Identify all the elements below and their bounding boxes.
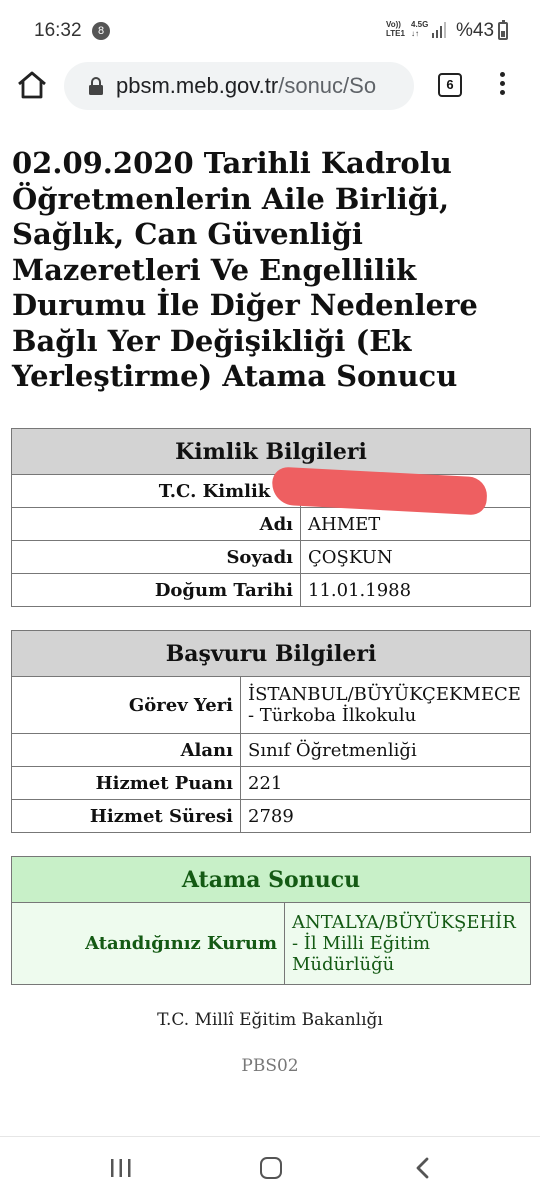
url-path: /sonuc/So: [278, 73, 377, 98]
network-gen-indicator: 4.5G ↓↑: [411, 20, 428, 38]
home-icon[interactable]: [16, 70, 48, 100]
table-row: Doğum Tarihi 11.01.1988: [11, 573, 531, 607]
browser-toolbar: pbsm.meb.gov.tr/sonuc/So 6: [0, 58, 540, 114]
notification-badge: 8: [92, 22, 110, 40]
service-duration-value: 2789: [240, 799, 531, 833]
name-label: Adı: [11, 507, 301, 541]
table-row: Hizmet Süresi 2789: [11, 799, 531, 833]
table-row: Alanı Sınıf Öğretmenliği: [11, 733, 531, 767]
application-info-header: Başvuru Bilgileri: [11, 630, 531, 677]
service-score-label: Hizmet Puanı: [11, 766, 241, 800]
network-volte-label: Vo)): [386, 20, 401, 29]
status-time: 16:32: [34, 20, 82, 41]
nav-home-icon[interactable]: [260, 1157, 282, 1179]
address-bar[interactable]: pbsm.meb.gov.tr/sonuc/So: [64, 62, 414, 110]
assigned-institution-value: ANTALYA/BÜYÜKŞEHİR - İl Milli Eğitim Müd…: [284, 902, 531, 985]
assignment-result-table: Atama Sonucu Atandığınız Kurum ANTALYA/B…: [11, 856, 531, 985]
footer-ministry: T.C. Millî Eğitim Bakanlığı: [157, 1010, 383, 1030]
service-duration-label: Hizmet Süresi: [11, 799, 241, 833]
page-title: 02.09.2020 Tarihli Kadrolu Öğretmenlerin…: [12, 146, 478, 393]
status-bar: 16:32 8 Vo)) LTE1 4.5G ↓↑ %43: [0, 0, 540, 58]
data-arrows-icon: ↓↑: [411, 29, 419, 38]
url-text[interactable]: pbsm.meb.gov.tr/sonuc/So: [116, 73, 411, 99]
network-lte-label: LTE1: [386, 29, 405, 38]
back-icon[interactable]: [412, 1157, 434, 1179]
overflow-menu-icon[interactable]: [494, 72, 510, 100]
tc-kimlik-label: T.C. Kimlik N: [11, 474, 301, 508]
signal-icon: [432, 22, 446, 38]
duty-location-value: İSTANBUL/BÜYÜKÇEKMECE - Türkoba İlkokulu: [240, 676, 531, 734]
assigned-institution-label: Atandığınız Kurum: [11, 902, 285, 985]
birth-date-label: Doğum Tarihi: [11, 573, 301, 607]
surname-value: ÇOŞKUN: [300, 540, 531, 574]
identity-info-table: Kimlik Bilgileri T.C. Kimlik N Adı AHMET…: [11, 428, 531, 607]
surname-label: Soyadı: [11, 540, 301, 574]
application-info-table: Başvuru Bilgileri Görev Yeri İSTANBUL/BÜ…: [11, 630, 531, 833]
birth-date-value: 11.01.1988: [300, 573, 531, 607]
table-row: Hizmet Puanı 221: [11, 766, 531, 800]
field-value: Sınıf Öğretmenliği: [240, 733, 531, 767]
duty-location-label: Görev Yeri: [11, 676, 241, 734]
battery-icon: [498, 20, 508, 40]
network-indicator: Vo)) LTE1: [386, 20, 405, 38]
table-row: Atandığınız Kurum ANTALYA/BÜYÜKŞEHİR - İ…: [11, 902, 531, 985]
battery-level: %43: [456, 20, 495, 41]
assignment-result-header: Atama Sonucu: [11, 856, 531, 903]
field-label: Alanı: [11, 733, 241, 767]
network-gen-label: 4.5G: [411, 20, 429, 29]
service-score-value: 221: [240, 766, 531, 800]
recent-apps-icon[interactable]: [110, 1159, 132, 1177]
name-value: AHMET: [300, 507, 531, 541]
footer-code: PBS02: [241, 1056, 299, 1076]
lock-icon: [89, 77, 103, 95]
identity-info-header: Kimlik Bilgileri: [11, 428, 531, 475]
url-host: pbsm.meb.gov.tr: [116, 73, 279, 98]
table-row: Soyadı ÇOŞKUN: [11, 540, 531, 574]
table-row: Görev Yeri İSTANBUL/BÜYÜKÇEKMECE - Türko…: [11, 676, 531, 734]
tab-switcher-button[interactable]: 6: [438, 73, 462, 97]
system-nav-bar: [0, 1136, 540, 1200]
